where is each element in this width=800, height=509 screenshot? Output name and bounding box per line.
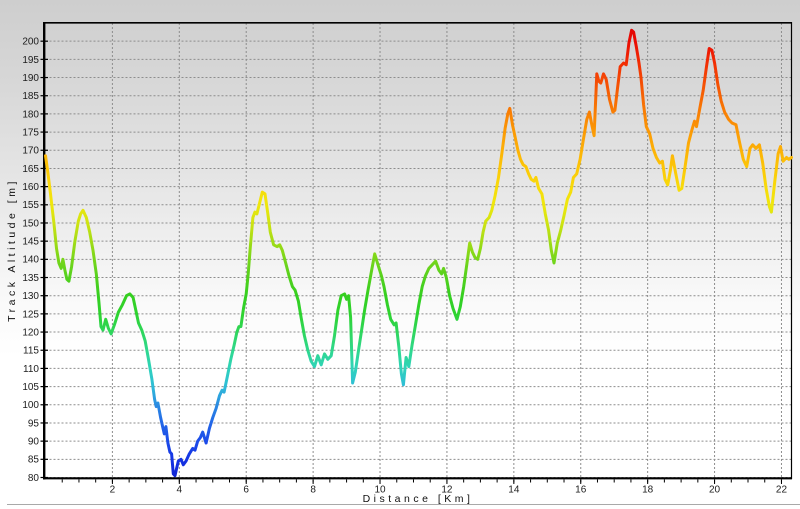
elevation-line bbox=[46, 30, 792, 475]
y-tick-label: 110 bbox=[23, 364, 39, 375]
grid-layer bbox=[46, 23, 792, 478]
y-tick-label: 175 bbox=[22, 127, 39, 138]
y-tick-label: 100 bbox=[22, 400, 39, 411]
x-tick-label: 16 bbox=[575, 485, 587, 496]
y-tick-label: 170 bbox=[22, 146, 39, 157]
y-tick-label: 195 bbox=[22, 55, 39, 66]
y-tick-label: 160 bbox=[22, 182, 39, 193]
elevation-profile-chart: 2468101214161820228085909510010511011512… bbox=[0, 0, 800, 509]
x-tick-label: 8 bbox=[310, 485, 316, 496]
y-tick-label: 90 bbox=[28, 437, 40, 448]
y-tick-label: 180 bbox=[22, 109, 39, 120]
y-tick-label: 115 bbox=[23, 346, 39, 357]
y-tick-label: 145 bbox=[22, 237, 39, 248]
x-tick-label: 14 bbox=[508, 485, 520, 496]
chart-canvas: 2468101214161820228085909510010511011512… bbox=[0, 0, 800, 509]
y-tick-label: 95 bbox=[28, 418, 40, 429]
line-layer bbox=[46, 30, 792, 475]
y-tick-label: 185 bbox=[22, 91, 39, 102]
x-tick-label: 4 bbox=[177, 485, 183, 496]
y-tick-label: 165 bbox=[22, 164, 39, 175]
axis-layer: 2468101214161820228085909510010511011512… bbox=[22, 22, 792, 496]
x-tick-label: 18 bbox=[642, 485, 654, 496]
y-tick-label: 155 bbox=[22, 200, 39, 211]
y-tick-label: 140 bbox=[22, 255, 39, 266]
y-tick-label: 125 bbox=[22, 309, 39, 320]
y-tick-label: 130 bbox=[22, 291, 39, 302]
x-tick-label: 2 bbox=[110, 485, 116, 496]
x-tick-label: 6 bbox=[243, 485, 249, 496]
x-tick-label: 22 bbox=[776, 485, 788, 496]
x-tick-label: 20 bbox=[709, 485, 721, 496]
y-tick-label: 80 bbox=[28, 473, 40, 484]
y-tick-label: 120 bbox=[22, 327, 39, 338]
y-tick-label: 200 bbox=[22, 37, 39, 48]
y-tick-label: 190 bbox=[22, 73, 39, 84]
y-tick-label: 85 bbox=[28, 455, 40, 466]
y-tick-label: 105 bbox=[22, 382, 39, 393]
y-tick-label: 135 bbox=[22, 273, 39, 284]
y-axis-title: Track Altitude [m] bbox=[6, 178, 18, 322]
y-tick-label: 150 bbox=[22, 218, 39, 229]
window-edge-line bbox=[7, 504, 800, 505]
